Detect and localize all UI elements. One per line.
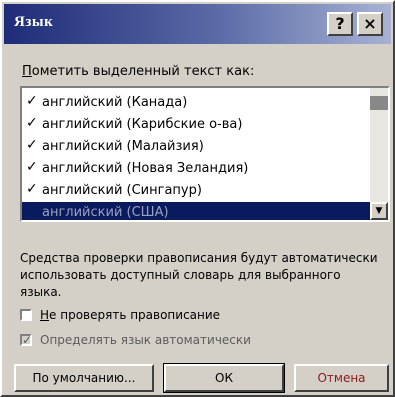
close-button[interactable]: × xyxy=(357,12,383,36)
mark-text-as-label-rest: ометить выделенный текст как: xyxy=(31,64,255,79)
language-list-item[interactable]: ✓ английский (Сингапур) xyxy=(22,180,370,202)
checkmark-icon: ✓ xyxy=(26,115,38,131)
no-proofing-checkbox[interactable] xyxy=(20,308,32,321)
detect-language-label: Определять язык автоматически xyxy=(40,333,251,347)
language-list-item[interactable]: ✓ английский (Малайзия) xyxy=(22,136,370,158)
language-dialog: Язык ? × Пометить выделенный текст как: … xyxy=(0,0,395,397)
checkmark-icon: ✓ xyxy=(26,181,38,197)
language-item-label: английский (Карибские о-ва) xyxy=(42,117,243,132)
language-list-scrollbar[interactable]: ▼ xyxy=(370,88,388,220)
no-proofing-option[interactable]: Не проверять правописание xyxy=(20,307,220,325)
mark-text-as-accesskey: П xyxy=(22,64,32,79)
scrollbar-thumb[interactable] xyxy=(370,96,388,110)
default-button[interactable]: По умолчанию... xyxy=(14,364,154,392)
scroll-down-arrow-icon[interactable]: ▼ xyxy=(370,202,388,220)
cancel-button[interactable]: Отмена xyxy=(294,364,389,392)
detect-language-checkbox[interactable]: ✓ xyxy=(20,333,32,346)
no-proofing-label-rest: е проверять правописание xyxy=(49,308,221,322)
language-item-label: английский (Сингапур) xyxy=(42,183,202,198)
detect-language-option[interactable]: ✓ Определять язык автоматически xyxy=(20,332,251,350)
checkmark-icon: ✓ xyxy=(26,93,38,109)
language-item-label: английский (Новая Зеландия) xyxy=(42,161,249,176)
window-title: Язык xyxy=(14,14,54,30)
no-proofing-label: Не проверять правописание xyxy=(40,308,220,322)
language-item-label: английский (Малайзия) xyxy=(42,139,204,154)
language-list-items: ✓ английский (Канада) ✓ английский (Карибск… xyxy=(22,92,370,220)
language-list[interactable]: ✓ английский (Канада) ✓ английский (Карибск… xyxy=(20,86,390,222)
mark-text-as-label: Пометить выделенный текст как: xyxy=(22,64,254,79)
checkmark-icon: ✓ xyxy=(26,159,38,175)
proofing-description: Средства проверки правописания будут авт… xyxy=(20,251,378,299)
no-proofing-accesskey: Н xyxy=(40,308,50,322)
title-bar[interactable]: Язык ? × xyxy=(4,4,391,44)
checkmark-icon: ✓ xyxy=(26,137,38,153)
language-list-item[interactable]: ✓ английский (Новая Зеландия) xyxy=(22,158,370,180)
language-list-item[interactable]: ✓английский (США) xyxy=(22,202,370,220)
ok-button[interactable]: ОК xyxy=(163,363,285,393)
language-item-label: английский (США) xyxy=(42,205,169,220)
language-item-label: английский (Канада) xyxy=(42,95,188,110)
help-button[interactable]: ? xyxy=(327,12,353,36)
language-list-item[interactable]: ✓ английский (Карибские о-ва) xyxy=(22,114,370,136)
language-list-item[interactable]: ✓ английский (Канада) xyxy=(22,92,370,114)
